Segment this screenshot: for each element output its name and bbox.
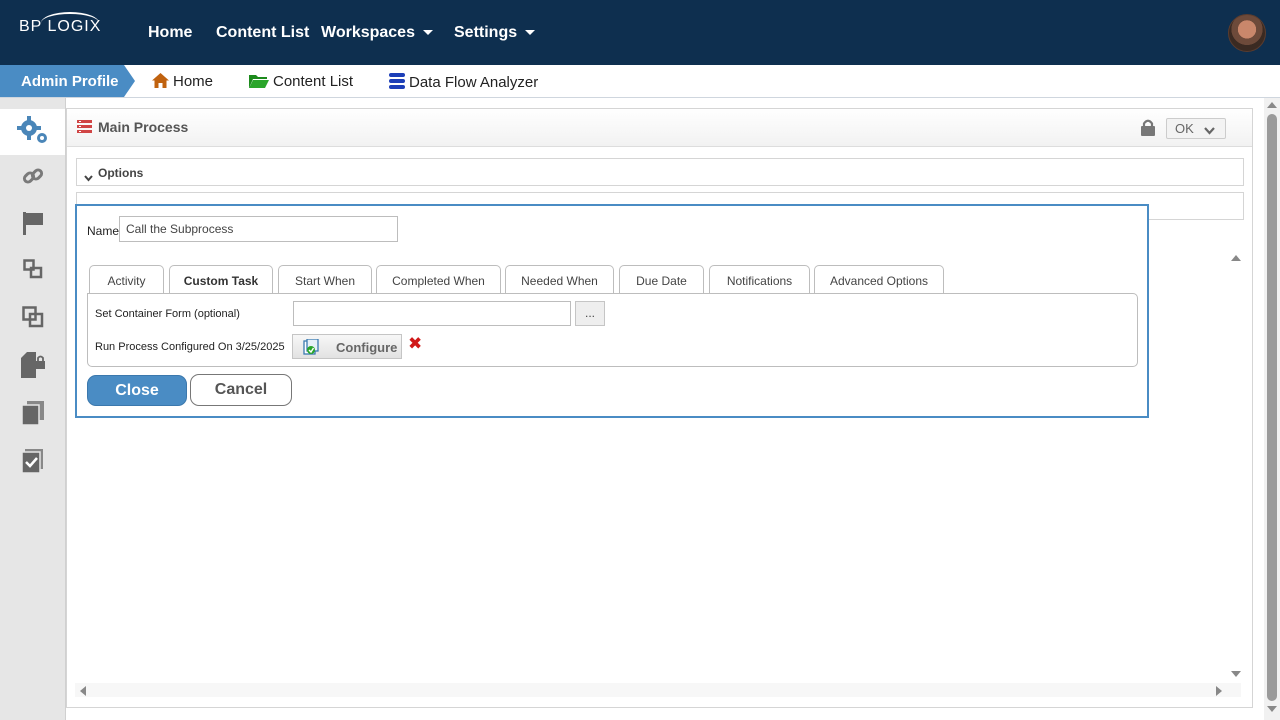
- breadcrumb-data-flow-analyzer[interactable]: Data Flow Analyzer: [389, 73, 538, 93]
- left-sidebar: [0, 98, 66, 720]
- close-button[interactable]: Close: [87, 375, 187, 406]
- options-section-label: Options: [98, 166, 144, 180]
- sidebar-item-gears[interactable]: [0, 109, 65, 155]
- nav-content-list[interactable]: Content List: [216, 24, 309, 42]
- sidebar-item-link[interactable]: [0, 155, 65, 201]
- small-squares-icon: [22, 258, 43, 284]
- documents-icon: [20, 400, 44, 430]
- nav-settings[interactable]: Settings: [454, 24, 536, 42]
- run-process-label: Run Process Configured On 3/25/2025: [95, 341, 285, 353]
- sidebar-item-lock-file[interactable]: [0, 344, 65, 390]
- overlap-squares-icon: [21, 305, 44, 333]
- breadcrumb-content-list-label: Content List: [273, 73, 354, 90]
- home-icon: [152, 73, 169, 92]
- top-nav-bar: BP LOGIX Home Content List Workspaces Se…: [0, 0, 1280, 65]
- breadcrumb-content-list[interactable]: Content List: [249, 73, 353, 92]
- custom-task-panel: Set Container Form (optional) ... Run Pr…: [87, 293, 1138, 367]
- admin-profile-chip[interactable]: Admin Profile: [0, 65, 135, 97]
- container-form-input[interactable]: [293, 301, 571, 326]
- nav-workspaces-label: Workspaces: [321, 24, 415, 41]
- chevron-down-icon: [1204, 123, 1215, 138]
- breadcrumb-home-label: Home: [173, 73, 214, 90]
- main-panel-header: Main Process OK: [67, 109, 1252, 147]
- scroll-left-icon[interactable]: [80, 686, 86, 696]
- scroll-right-icon[interactable]: [1216, 686, 1222, 696]
- check-file-icon: [20, 448, 44, 478]
- chevron-down-icon: [422, 30, 433, 36]
- ok-dropdown-button[interactable]: OK: [1166, 118, 1226, 139]
- link-icon: [22, 165, 44, 192]
- page-title: Main Process: [98, 119, 189, 135]
- tab-custom-task[interactable]: Custom Task: [169, 265, 273, 295]
- configure-icon: [303, 338, 319, 358]
- ok-button-label: OK: [1175, 121, 1194, 136]
- configure-button-label: Configure: [336, 340, 398, 355]
- chevron-down-icon: [84, 169, 93, 187]
- options-section[interactable]: Options: [76, 158, 1244, 186]
- tab-start-when[interactable]: Start When: [278, 265, 372, 294]
- breadcrumb: Admin Profile Home Content List Data Flo…: [0, 65, 1280, 98]
- window-scroll-up-icon[interactable]: [1267, 102, 1277, 108]
- folder-icon: [249, 73, 269, 92]
- sidebar-item-flag[interactable]: [0, 202, 65, 248]
- name-input[interactable]: [119, 216, 398, 242]
- tab-activity[interactable]: Activity: [89, 265, 164, 294]
- breadcrumb-home[interactable]: Home: [152, 73, 213, 92]
- name-label: Name: [87, 224, 120, 238]
- sidebar-item-overlap-squares[interactable]: [0, 296, 65, 342]
- breadcrumb-data-flow-analyzer-label: Data Flow Analyzer: [409, 74, 539, 91]
- bp-logix-logo[interactable]: BP LOGIX: [19, 12, 101, 36]
- delete-icon[interactable]: ✖: [408, 334, 422, 354]
- scrollbar-thumb[interactable]: [1267, 114, 1277, 701]
- scroll-down-icon[interactable]: [1231, 671, 1241, 677]
- container-form-label: Set Container Form (optional): [95, 308, 240, 320]
- sidebar-item-documents[interactable]: [0, 392, 65, 438]
- sidebar-item-check-file[interactable]: [0, 440, 65, 486]
- tab-needed-when[interactable]: Needed When: [505, 265, 614, 294]
- nav-home[interactable]: Home: [148, 24, 192, 42]
- lock-icon[interactable]: [1141, 119, 1155, 141]
- flag-icon: [22, 211, 44, 240]
- tab-notifications[interactable]: Notifications: [709, 265, 810, 294]
- task-properties-dialog: Name Activity Custom Task Start When Com…: [75, 204, 1149, 418]
- database-icon: [389, 73, 405, 93]
- window-scroll-down-icon[interactable]: [1267, 706, 1277, 712]
- horizontal-scrollbar[interactable]: [75, 683, 1241, 697]
- tab-completed-when[interactable]: Completed When: [376, 265, 501, 294]
- tab-advanced-options[interactable]: Advanced Options: [814, 265, 944, 294]
- process-list-icon: [77, 120, 92, 139]
- lock-file-icon: [20, 351, 45, 383]
- chevron-down-icon: [525, 30, 536, 36]
- user-avatar[interactable]: [1228, 14, 1266, 52]
- nav-settings-label: Settings: [454, 24, 518, 41]
- sidebar-item-small-squares[interactable]: [0, 248, 65, 294]
- configure-button[interactable]: Configure: [292, 334, 402, 359]
- tab-due-date[interactable]: Due Date: [619, 265, 704, 294]
- nav-workspaces[interactable]: Workspaces: [321, 24, 433, 42]
- scroll-up-icon[interactable]: [1231, 255, 1241, 261]
- gears-icon: [16, 115, 50, 150]
- cancel-button[interactable]: Cancel: [190, 374, 292, 406]
- browse-form-button[interactable]: ...: [575, 301, 605, 326]
